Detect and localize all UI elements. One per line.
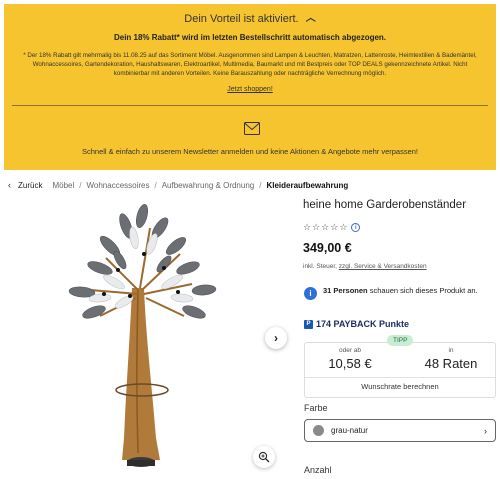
- financing-rate-column: oder ab 10,58 €: [315, 347, 385, 371]
- watchers-notice: i 31 Personen schauen sich dieses Produk…: [304, 286, 478, 300]
- quantity-label: Anzahl: [304, 465, 332, 475]
- breadcrumb-current: Kleideraufbewahrung: [266, 180, 349, 190]
- financing-in-label: in: [448, 347, 454, 354]
- breadcrumb-item-wohnaccessoires[interactable]: Wohnaccessoires: [86, 181, 149, 190]
- watchers-count: 31 Personen: [323, 286, 368, 295]
- product-image[interactable]: [60, 198, 220, 478]
- promo-divider: [12, 105, 488, 106]
- shipping-costs-link[interactable]: zzgl. Service & Versandkosten: [339, 263, 427, 270]
- financing-from-label: oder ab: [338, 347, 362, 354]
- newsletter-text[interactable]: Schnell & einfach zu unserem Newsletter …: [4, 147, 496, 156]
- breadcrumb-separator: /: [154, 180, 157, 190]
- color-label: Farbe: [304, 403, 328, 413]
- calculate-rate-link[interactable]: Wunschrate berechnen: [305, 382, 495, 391]
- promo-headline[interactable]: Dein Vorteil ist aktiviert. ︿: [4, 10, 496, 25]
- image-next-button[interactable]: ›: [265, 327, 287, 349]
- financing-rate: 10,58 €: [328, 356, 372, 371]
- watchers-suffix: schauen sich dieses Produkt an.: [367, 286, 478, 295]
- color-value: grau-natur: [331, 426, 368, 435]
- info-icon[interactable]: i: [351, 223, 361, 232]
- payback-label: 174 PAYBACK Punkte: [316, 319, 410, 329]
- chevron-right-icon: ›: [274, 331, 278, 345]
- breadcrumb-item-aufbewahrung[interactable]: Aufbewahrung & Ordnung: [162, 181, 255, 190]
- watchers-text: 31 Personen schauen sich dieses Produkt …: [323, 286, 478, 296]
- star-icon: ☆: [312, 222, 321, 232]
- star-icon: ☆: [339, 222, 348, 232]
- star-icon: ☆: [330, 222, 339, 232]
- shop-now-link[interactable]: Jetzt shoppen!: [4, 86, 496, 93]
- zoom-in-icon: [258, 451, 270, 463]
- breadcrumb-item-moebel[interactable]: Möbel: [52, 181, 74, 190]
- tax-prefix: inkl. Steuer,: [303, 263, 339, 270]
- info-icon: i: [304, 287, 317, 300]
- tax-info: inkl. Steuer, zzgl. Service & Versandkos…: [303, 263, 427, 270]
- chevron-up-icon[interactable]: ︿: [306, 9, 316, 24]
- tipp-badge: TIPP: [387, 335, 414, 346]
- zoom-button[interactable]: [253, 446, 275, 468]
- star-icon: ☆: [303, 222, 312, 232]
- back-link[interactable]: ‹ Zurück: [8, 180, 42, 190]
- financing-divider: [305, 377, 495, 378]
- financing-installments: 48 Raten: [424, 356, 478, 371]
- mail-icon: [244, 122, 260, 135]
- promo-fineprint: * Der 18% Rabatt gilt mehrmalig bis 11.0…: [23, 52, 477, 77]
- chevron-right-icon: ›: [484, 425, 487, 436]
- back-label: Zurück: [18, 180, 43, 190]
- breadcrumb: ‹ Zurück Möbel / Wohnaccessoires / Aufbe…: [8, 177, 348, 193]
- financing-box: TIPP oder ab 10,58 € in 48 Raten Wunschr…: [304, 335, 496, 398]
- color-swatch: [313, 425, 324, 436]
- promo-headline-text: Dein Vorteil ist aktiviert.: [184, 13, 299, 25]
- rating-stars[interactable]: ☆ ☆ ☆ ☆ ☆ i: [303, 222, 361, 233]
- product-price: 349,00 €: [303, 241, 352, 255]
- promo-banner: Dein Vorteil ist aktiviert. ︿ Dein 18% R…: [4, 4, 496, 170]
- star-icon: ☆: [321, 222, 330, 232]
- breadcrumb-separator: /: [79, 180, 82, 190]
- chevron-left-icon: ‹: [8, 180, 11, 190]
- payback-points: P 174 PAYBACK Punkte: [304, 319, 409, 329]
- financing-installments-column: in 48 Raten: [411, 347, 491, 371]
- promo-subline: Dein 18% Rabatt* wird im letzten Bestell…: [113, 33, 387, 42]
- color-select[interactable]: grau-natur ›: [304, 419, 496, 442]
- payback-icon: P: [304, 319, 313, 329]
- product-title: heine home Garderobenständer: [303, 199, 467, 211]
- breadcrumb-separator: /: [259, 180, 262, 190]
